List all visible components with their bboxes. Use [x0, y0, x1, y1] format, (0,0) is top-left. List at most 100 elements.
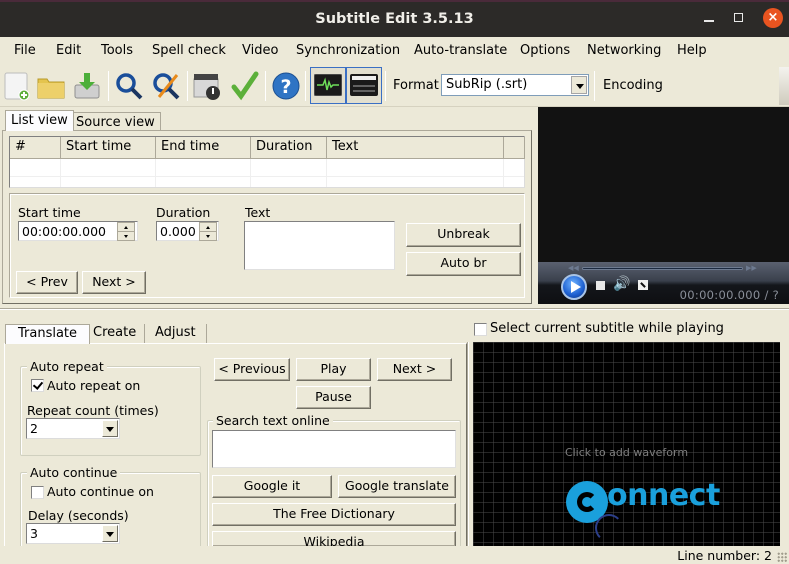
open-folder-icon[interactable] [36, 71, 66, 101]
format-value: SubRip (.srt) [446, 77, 528, 92]
menu-auto-translate[interactable]: Auto-translate [414, 43, 507, 58]
grid-col-line [326, 159, 327, 187]
google-translate-button[interactable]: Google translate [338, 475, 456, 498]
chevron-down-icon[interactable] [571, 76, 587, 94]
volume-icon[interactable]: 🔊 [613, 276, 630, 292]
menu-synchronization[interactable]: Synchronization [296, 43, 400, 58]
rewind-icon[interactable]: ◀◀ [568, 264, 579, 272]
menu-networking[interactable]: Networking [587, 43, 661, 58]
maximize-icon[interactable] [734, 13, 743, 22]
repeat-count-value: 2 [30, 421, 38, 436]
fast-forward-icon[interactable]: ▶▶ [746, 264, 757, 272]
toolbar-separator [187, 71, 188, 101]
tab-translate[interactable]: Translate [5, 324, 91, 344]
unbreak-button[interactable]: Unbreak [406, 223, 521, 247]
minimize-icon[interactable] [704, 20, 714, 22]
free-dictionary-button[interactable]: The Free Dictionary [212, 503, 456, 526]
prev-button[interactable]: < Prev [16, 271, 78, 294]
splitter[interactable] [0, 308, 789, 310]
video-time: 00:00:00.000 / ? [679, 288, 779, 302]
menu-options[interactable]: Options [520, 43, 570, 58]
spin-up-icon [206, 226, 210, 229]
tab-adjust[interactable]: Adjust [145, 324, 207, 344]
menu-video[interactable]: Video [242, 43, 278, 58]
status-bar [0, 546, 789, 564]
auto-repeat-checkbox[interactable] [31, 379, 44, 392]
toolbar-separator [305, 71, 306, 101]
menu-spell-check[interactable]: Spell check [152, 43, 226, 58]
auto-repeat-title: Auto repeat [27, 359, 107, 374]
google-it-button[interactable]: Google it [212, 475, 332, 498]
repeat-count-label: Repeat count (times) [27, 403, 159, 418]
toolbar-separator [265, 71, 266, 101]
tab-create[interactable]: Create [85, 324, 146, 344]
duration-spinner[interactable] [199, 222, 217, 241]
tab-source-view[interactable]: Source view [70, 112, 161, 131]
grid-col-line [503, 159, 504, 187]
next-line-button[interactable]: Next > [377, 358, 452, 381]
help-icon[interactable]: ? [271, 71, 301, 101]
waveform-toggle-button[interactable] [310, 67, 346, 104]
spin-down-icon [124, 235, 128, 238]
menu-tools[interactable]: Tools [101, 43, 133, 58]
new-file-icon[interactable] [3, 71, 33, 101]
menu-edit[interactable]: Edit [56, 43, 81, 58]
video-toggle-button[interactable] [346, 67, 382, 104]
duration-label: Duration [156, 205, 211, 220]
duration-value: 0.000 [160, 224, 196, 239]
find-icon[interactable] [114, 71, 144, 101]
chevron-down-icon[interactable] [102, 420, 118, 437]
spin-up-icon [124, 226, 128, 229]
subtitle-text-input[interactable] [244, 221, 395, 270]
video-toggle-icon [350, 74, 378, 96]
save-download-icon[interactable] [72, 71, 102, 101]
stop-icon[interactable] [596, 281, 605, 290]
search-text-input[interactable] [212, 430, 456, 468]
start-time-label: Start time [18, 205, 81, 220]
previous-button[interactable]: < Previous [214, 358, 290, 381]
wikipedia-button[interactable]: Wikipedia [212, 531, 456, 546]
repeat-count-select[interactable]: 2 [26, 418, 120, 439]
column-header-start-time[interactable]: Start time [61, 137, 156, 159]
delay-select[interactable]: 3 [26, 523, 120, 544]
text-label: Text [245, 205, 271, 220]
start-time-spinner[interactable] [117, 222, 135, 241]
visual-sync-icon[interactable] [193, 71, 223, 101]
waveform-canvas[interactable]: Click to add waveform onnect [473, 342, 780, 546]
tab-list-view[interactable]: List view [5, 110, 74, 131]
play-icon[interactable] [561, 274, 587, 300]
auto-repeat-label: Auto repeat on [47, 378, 141, 393]
watermark-text: onnect [607, 478, 720, 513]
resize-grip[interactable] [777, 552, 787, 562]
chevron-down-icon[interactable] [102, 525, 118, 542]
pause-button[interactable]: Pause [296, 386, 371, 409]
replace-icon[interactable] [151, 71, 181, 101]
grid-col-line [155, 159, 156, 187]
close-icon[interactable]: × [763, 8, 783, 28]
menu-help[interactable]: Help [677, 43, 707, 58]
menu-file[interactable]: File [14, 43, 36, 58]
subtitle-grid[interactable]: # Start time End time Duration Text [9, 136, 525, 188]
column-header-number[interactable]: # [10, 137, 61, 159]
spell-check-icon[interactable] [230, 71, 260, 101]
column-header-end-time[interactable]: End time [156, 137, 251, 159]
panel-divider [467, 342, 469, 546]
fullscreen-icon[interactable] [638, 280, 648, 290]
play-button[interactable]: Play [296, 358, 371, 381]
encoding-label: Encoding [603, 78, 663, 93]
auto-continue-checkbox[interactable] [31, 486, 44, 499]
next-button[interactable]: Next > [82, 271, 146, 294]
column-header-text[interactable]: Text [327, 137, 504, 159]
video-seek-bar[interactable] [582, 267, 743, 270]
search-online-title: Search text online [213, 413, 333, 428]
video-player[interactable]: ◀◀ ▶▶ 🔊 00:00:00.000 / ? [538, 107, 789, 304]
grid-col-line [250, 159, 251, 187]
toolbar-overflow-button[interactable] [779, 67, 789, 105]
spin-down-icon [206, 235, 210, 238]
toolbar-separator [385, 71, 386, 101]
column-header-duration[interactable]: Duration [251, 137, 327, 159]
auto-br-button[interactable]: Auto br [406, 252, 521, 276]
delay-label: Delay (seconds) [28, 508, 129, 523]
format-select[interactable]: SubRip (.srt) [441, 74, 589, 96]
select-current-checkbox[interactable] [474, 323, 487, 336]
